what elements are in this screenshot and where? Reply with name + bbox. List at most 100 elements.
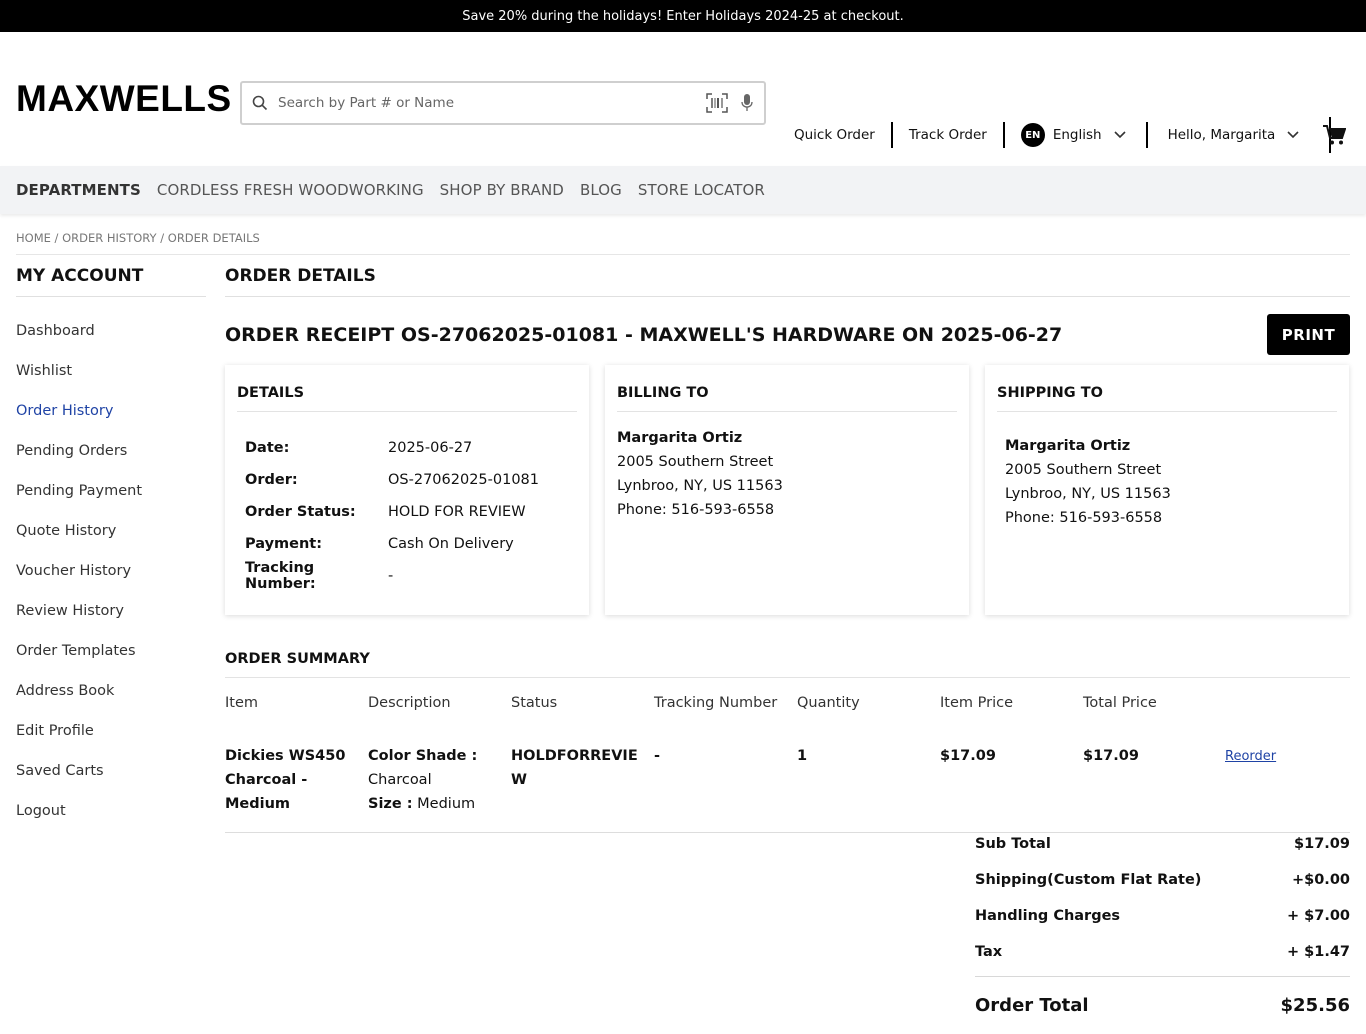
detail-value: - [388,568,394,584]
column-header-status: Status [511,695,558,711]
detail-value: Cash On Delivery [388,536,514,552]
category-nav: DEPARTMENTS CORDLESS FRESH WOODWORKING S… [0,166,1366,214]
shipping-row: Shipping(Custom Flat Rate) +$0.00 [975,862,1350,898]
receipt-title: ORDER RECEIPT OS-27062025-01081 - MAXWEL… [225,323,1063,346]
sidebar-item-pending-orders[interactable]: Pending Orders [16,431,206,471]
user-menu[interactable]: Hello, Margarita [1148,117,1332,153]
microphone-icon[interactable] [740,93,754,113]
barcode-scan-icon[interactable] [706,93,728,113]
subtotal-label: Sub Total [975,836,1051,852]
nav-cordless-fresh-woodworking[interactable]: CORDLESS FRESH WOODWORKING [157,181,424,199]
search-icon [252,95,268,111]
language-badge: EN [1020,123,1045,147]
sidebar-item-review-history[interactable]: Review History [16,591,206,631]
page-title: ORDER DETAILS [225,266,1350,297]
billing-title: BILLING TO [617,385,957,412]
tax-value: + $1.47 [1286,944,1350,960]
billing-address: Margarita Ortiz 2005 Southern Street Lyn… [617,426,957,522]
sidebar-item-pending-payment[interactable]: Pending Payment [16,471,206,511]
breadcrumb[interactable]: HOME / ORDER HISTORY / ORDER DETAILS [16,231,260,245]
cell-tracking: - [654,748,661,764]
sidebar-item-address-book[interactable]: Address Book [16,671,206,711]
site-logo[interactable]: MAXWELLS [16,78,240,120]
tax-label: Tax [975,944,1003,960]
site-header: MAXWELLS Quick Order Track Order EN Engl… [0,32,1366,166]
order-total-value: $25.56 [1280,994,1350,1016]
color-value: Charcoal [368,772,432,788]
cell-total-price: $17.09 [1083,748,1139,764]
detail-label: Order Status: [245,504,356,520]
detail-label: Payment: [245,536,323,552]
order-details-main: ORDER DETAILS ORDER RECEIPT OS-27062025-… [225,266,1350,833]
detail-row-date: Date: 2025-06-27 [245,432,577,464]
sidebar-item-quote-history[interactable]: Quote History [16,511,206,551]
handling-row: Handling Charges + $7.00 [975,898,1350,934]
cart-icon[interactable] [1322,124,1347,150]
sidebar-item-order-templates[interactable]: Order Templates [16,631,206,671]
detail-row-tracking: Tracking Number: - [245,560,577,592]
order-info-cards: DETAILS Date: 2025-06-27 Order: OS-2706202… [225,365,1350,615]
order-total-label: Order Total [975,994,1089,1016]
column-header-item-price: Item Price [940,695,1013,711]
shipping-card: SHIPPING TO Margarita Ortiz 2005 Souther… [985,365,1349,615]
sidebar-item-edit-profile[interactable]: Edit Profile [16,711,206,751]
detail-row-order: Order: OS-27062025-01081 [245,464,577,496]
sidebar-item-voucher-history[interactable]: Voucher History [16,551,206,591]
billing-city: Lynbroo, NY, US 11563 [617,478,783,494]
language-selector[interactable]: EN English [1005,122,1148,148]
order-total-row: Order Total $25.56 [975,987,1350,1023]
shipping-title: SHIPPING TO [997,385,1337,412]
handling-label: Handling Charges [975,908,1121,924]
sidebar-title: MY ACCOUNT [16,266,206,297]
table-header-row: Item Description Status Tracking Number … [225,690,1350,716]
detail-row-status: Order Status: HOLD FOR REVIEW [245,496,577,528]
order-summary-table: Item Description Status Tracking Number … [225,690,1350,832]
nav-blog[interactable]: BLOG [580,181,622,199]
sidebar-item-logout[interactable]: Logout [16,791,206,831]
shipping-name: Margarita Ortiz [1005,438,1131,454]
print-button[interactable]: PRINT [1267,314,1350,355]
order-totals: Sub Total $17.09 Shipping(Custom Flat Rat… [975,826,1350,1023]
shipping-city: Lynbroo, NY, US 11563 [1005,486,1171,502]
size-value: Medium [417,796,476,812]
sidebar-item-dashboard[interactable]: Dashboard [16,311,206,351]
language-label: English [1052,127,1102,143]
chevron-down-icon [1114,131,1126,139]
search-input[interactable] [278,95,706,111]
promo-banner: Save 20% during the holidays! Enter Holi… [0,0,1366,32]
shipping-label: Shipping(Custom Flat Rate) [975,872,1202,888]
shipping-value: +$0.00 [1291,872,1350,888]
shipping-phone: Phone: 516-593-6558 [1005,510,1163,526]
header-nav: Quick Order Track Order EN English Hello… [794,117,1332,153]
sidebar-item-wishlist[interactable]: Wishlist [16,351,206,391]
nav-shop-by-brand[interactable]: SHOP BY BRAND [440,181,564,199]
detail-row-payment: Payment: Cash On Delivery [245,528,577,560]
details-table: Date: 2025-06-27 Order: OS-27062025-01081 … [237,432,577,592]
chevron-down-icon [1287,131,1299,139]
quick-order-link[interactable]: Quick Order [794,122,893,148]
user-greeting: Hello, Margarita [1167,127,1276,143]
reorder-link[interactable]: Reorder [1225,749,1276,764]
sidebar-item-saved-carts[interactable]: Saved Carts [16,751,206,791]
track-order-link[interactable]: Track Order [893,122,1005,148]
billing-phone: Phone: 516-593-6558 [617,502,775,518]
receipt-header: ORDER RECEIPT OS-27062025-01081 - MAXWEL… [225,314,1350,355]
cell-item: Dickies WS450 Charcoal - Medium [225,748,346,812]
shipping-street: 2005 Southern Street [1005,462,1162,478]
detail-label: Date: [245,440,290,456]
detail-value: OS-27062025-01081 [388,472,540,488]
nav-store-locator[interactable]: STORE LOCATOR [638,181,765,199]
sidebar-item-order-history[interactable]: Order History [16,391,206,431]
tax-row: Tax + $1.47 [975,934,1350,970]
shipping-address: Margarita Ortiz 2005 Southern Street Lyn… [997,434,1337,530]
table-row: Dickies WS450 Charcoal - Medium Color Sh… [225,716,1350,832]
details-title: DETAILS [237,385,577,412]
column-header-quantity: Quantity [797,695,860,711]
search-bar [240,81,766,125]
column-header-tracking: Tracking Number [654,695,778,711]
cell-description: Color Shade : Charcoal Size : Medium [368,716,511,832]
nav-departments[interactable]: DEPARTMENTS [16,181,141,199]
column-header-description: Description [368,695,451,711]
cell-item-price: $17.09 [940,748,996,764]
subtotal-row: Sub Total $17.09 [975,826,1350,862]
